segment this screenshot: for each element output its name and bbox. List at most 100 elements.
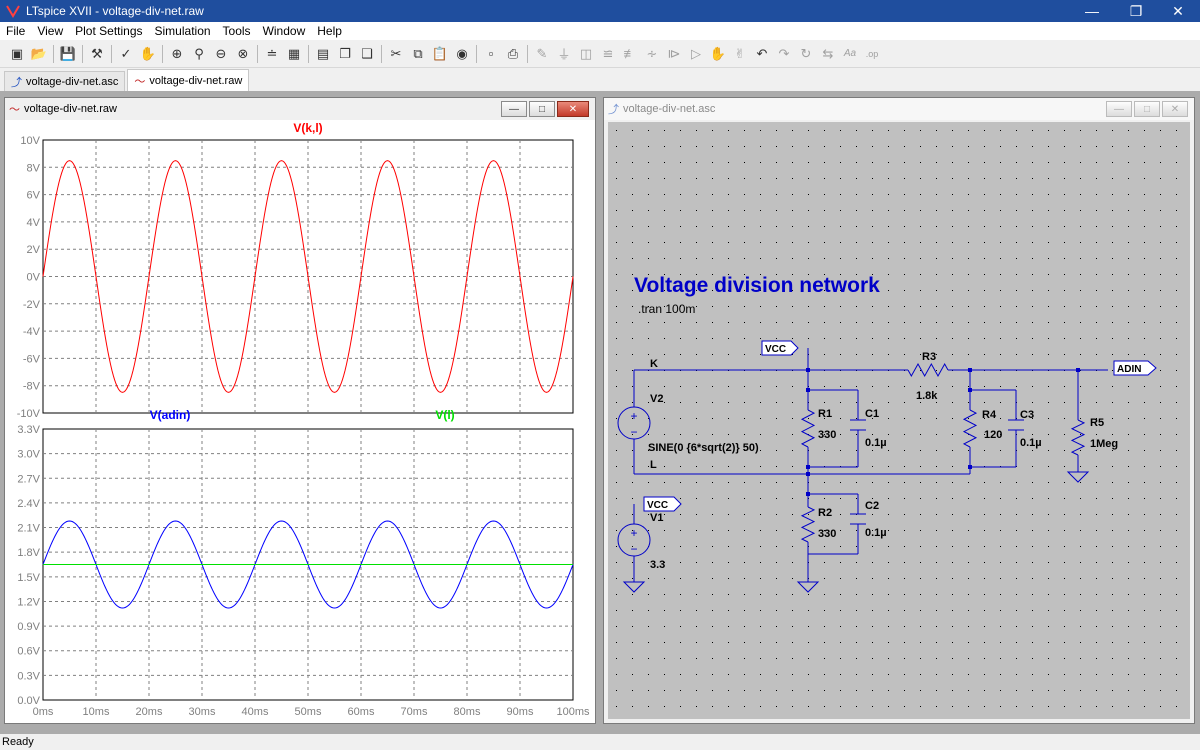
cut-button[interactable]: ✂ — [386, 44, 406, 64]
c3-name[interactable]: C3 — [1020, 409, 1034, 421]
move-hand-icon: ✋ — [709, 45, 727, 61]
v1-value[interactable]: 3.3 — [650, 559, 665, 571]
v2-value[interactable]: SINE(0 {6*sqrt(2)} 50) — [648, 442, 759, 454]
c2-value[interactable]: 0.1µ — [865, 527, 887, 539]
menu-plot-settings[interactable]: Plot Settings — [69, 24, 148, 38]
net-flag-adin[interactable]: ADIN — [1113, 360, 1157, 376]
hammer-icon: ⚒ — [91, 45, 103, 61]
capacitor-icon: ≢ — [623, 46, 637, 61]
cursor-button[interactable]: ▦ — [284, 44, 304, 64]
ground-button[interactable]: ⏚ — [554, 44, 574, 64]
menu-tools[interactable]: Tools — [217, 24, 257, 38]
c2-name[interactable]: C2 — [865, 500, 879, 512]
schematic-title[interactable]: Voltage division network — [634, 274, 880, 297]
spice-directive-icon: .op — [865, 48, 879, 59]
redo-button[interactable]: ↷ — [774, 44, 794, 64]
waveform-plot[interactable]: 10V 8V 6V 4V 2V 0V -2V -4V -6V -8V -10V V(k,l) 3.3V 3… — [5, 120, 595, 723]
v1-name[interactable]: V1 — [650, 512, 663, 524]
autorange-button[interactable]: ≐ — [262, 44, 282, 64]
c1-name[interactable]: C1 — [865, 408, 879, 420]
y-tick-label: 1.5V — [17, 572, 40, 584]
paste-button[interactable]: 📋 — [430, 44, 450, 64]
close-button[interactable]: ✕ — [1156, 0, 1200, 22]
capacitor-button[interactable]: ≢ — [620, 44, 640, 64]
move-button[interactable]: ✋ — [708, 44, 728, 64]
r1-name[interactable]: R1 — [818, 408, 832, 420]
menu-window[interactable]: Window — [257, 24, 312, 38]
drag-button[interactable]: ✌ — [730, 44, 750, 64]
redo-icon: ↷ — [778, 45, 790, 61]
toolbar-separator — [381, 44, 382, 63]
print-button[interactable]: ⎙ — [503, 44, 523, 64]
tile-vertical-button[interactable]: ❑ — [357, 44, 377, 64]
x-tick-label: 80ms — [454, 706, 481, 718]
undo-button[interactable]: ↶ — [752, 44, 772, 64]
r5-name[interactable]: R5 — [1090, 417, 1104, 429]
tran-directive[interactable]: .tran 100m — [638, 302, 695, 316]
menu-help[interactable]: Help — [311, 24, 348, 38]
menu-simulation[interactable]: Simulation — [149, 24, 217, 38]
net-flag-vcc-top[interactable]: VCC — [761, 340, 799, 356]
spice-directive-button[interactable]: .op — [862, 44, 882, 64]
net-flag-vcc-bottom[interactable]: VCC — [643, 496, 682, 512]
control-panel-button[interactable]: ⚒ — [87, 44, 107, 64]
tab-schematic[interactable]: ⤴ voltage-div-net.asc — [4, 71, 126, 91]
zoom-out-button[interactable]: ⊖ — [211, 44, 231, 64]
open-button[interactable]: 📂 — [29, 44, 49, 64]
waveform-minimize-button[interactable]: — — [501, 101, 527, 117]
copy-icon: ⧉ — [413, 45, 423, 61]
r4-name[interactable]: R4 — [982, 409, 997, 421]
r5-value[interactable]: 1Meg — [1090, 438, 1118, 450]
schematic-maximize-button[interactable]: □ — [1134, 101, 1160, 117]
wire-button[interactable]: ✎ — [532, 44, 552, 64]
tab-waveform[interactable]: 〜 voltage-div-net.raw — [127, 69, 250, 91]
inductor-button[interactable]: ∻ — [642, 44, 662, 64]
mirror-button[interactable]: ⇆ — [818, 44, 838, 64]
trace-label[interactable]: V(adin) — [150, 408, 191, 422]
print-preview-button[interactable]: ▫ — [481, 44, 501, 64]
copy-button[interactable]: ⧉ — [408, 44, 428, 64]
menu-file[interactable]: File — [0, 24, 31, 38]
save-button[interactable]: 💾 — [58, 44, 78, 64]
new-schematic-button[interactable]: ▣ — [7, 44, 27, 64]
r3-name[interactable]: R3 — [922, 351, 936, 363]
pan-button[interactable]: ⚲ — [189, 44, 209, 64]
r2-value[interactable]: 330 — [818, 528, 836, 540]
run-button[interactable]: ✓ — [116, 44, 136, 64]
maximize-button[interactable]: ❐ — [1114, 0, 1158, 22]
zoom-in-button[interactable]: ⊕ — [167, 44, 187, 64]
r4-value[interactable]: 120 — [984, 429, 1002, 441]
c3-value[interactable]: 0.1µ — [1020, 437, 1042, 449]
label-net-button[interactable]: ◫ — [576, 44, 596, 64]
mirror-icon: ⇆ — [822, 45, 834, 61]
resistor-button[interactable]: ≌ — [598, 44, 618, 64]
tile-horizontal-button[interactable]: ▤ — [313, 44, 333, 64]
waveform-maximize-button[interactable]: □ — [529, 101, 555, 117]
text-button[interactable]: Aa — [840, 44, 860, 64]
minimize-button[interactable]: — — [1070, 0, 1114, 22]
menu-view[interactable]: View — [31, 24, 69, 38]
schematic-minimize-button[interactable]: — — [1106, 101, 1132, 117]
find-button[interactable]: ◉ — [452, 44, 472, 64]
trace-label[interactable]: V(k,l) — [293, 121, 322, 135]
zoom-fit-button[interactable]: ⊗ — [233, 44, 253, 64]
r2-name[interactable]: R2 — [818, 507, 832, 519]
junction-dot — [968, 465, 972, 469]
component-button[interactable]: ▷ — [686, 44, 706, 64]
waveform-close-button[interactable]: ✕ — [557, 101, 589, 117]
diode-button[interactable]: ⧐ — [664, 44, 684, 64]
halt-button[interactable]: ✋ — [138, 44, 158, 64]
net-label-k[interactable]: K — [650, 358, 658, 370]
c1-value[interactable]: 0.1µ — [865, 437, 887, 449]
y-tick-label: 0.9V — [17, 621, 40, 633]
schematic-close-button[interactable]: ✕ — [1162, 101, 1188, 117]
v2-name[interactable]: V2 — [650, 393, 663, 405]
net-label-l[interactable]: L — [650, 459, 657, 471]
rotate-button[interactable]: ↻ — [796, 44, 816, 64]
r3-value[interactable]: 1.8k — [916, 390, 938, 402]
schematic-canvas[interactable]: + − + − Voltage division network .tran 100m… — [608, 122, 1190, 719]
r1-value[interactable]: 330 — [818, 429, 836, 441]
cascade-button[interactable]: ❐ — [335, 44, 355, 64]
y-tick-label: 6V — [27, 190, 41, 202]
trace-label[interactable]: V(l) — [435, 408, 454, 422]
